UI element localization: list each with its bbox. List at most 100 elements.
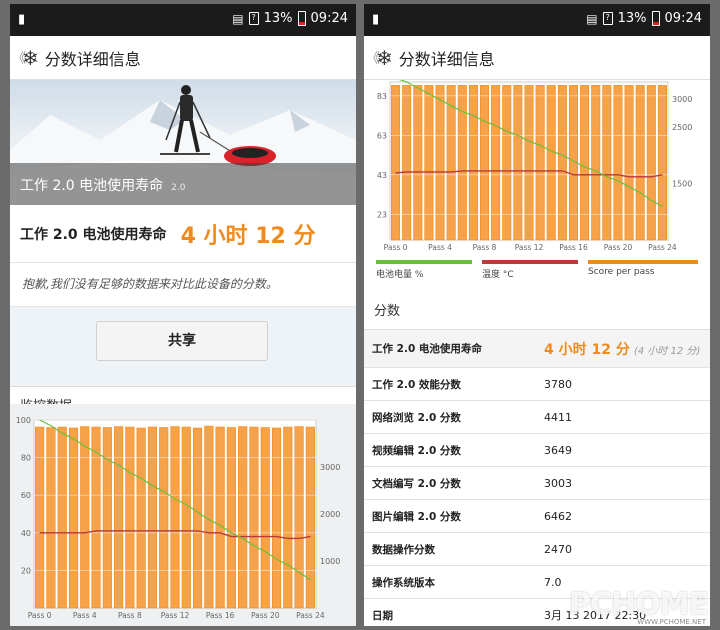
legend-battery: 电池电量 % xyxy=(376,260,472,280)
row-value: 4411 xyxy=(544,410,572,424)
score-bar xyxy=(102,427,112,609)
score-bar xyxy=(468,85,478,241)
score-bar xyxy=(524,85,534,241)
score-bar xyxy=(170,426,180,609)
score-bar xyxy=(68,427,79,609)
y-tick-right: 3000 xyxy=(672,95,692,104)
watermark-logo: PCHOME xyxy=(569,587,709,622)
x-tick: Pass 20 xyxy=(604,243,633,252)
score-bar xyxy=(591,85,601,241)
score-bar xyxy=(215,426,225,609)
y-tick-right: 1000 xyxy=(320,557,340,566)
table-row: 视频编辑 2.0 分数 3649 xyxy=(364,434,710,467)
vibrate-icon: ▤ xyxy=(586,11,598,26)
notification-icon: ▮ xyxy=(18,12,26,27)
row-value: 4 小时 12 分 (4 小时 12 分) xyxy=(544,339,700,359)
row-value-sub: (4 小时 12 分) xyxy=(633,345,701,357)
score-bar xyxy=(192,427,203,609)
monitor-chart-right: 83 63 43 23 3000 2500 1500 Pass 0 Pass 4 Pass 8 Pa… xyxy=(364,77,710,256)
row-key: 操作系统版本 xyxy=(372,576,435,589)
row-key: 图片编辑 2.0 分数 xyxy=(372,510,461,523)
score-bar xyxy=(136,427,146,609)
row-value: 3003 xyxy=(544,476,572,490)
watermark-url: WWW.PCHOME.NET xyxy=(637,618,706,626)
table-row: 文档编写 2.0 分数 3003 xyxy=(364,467,710,500)
battery-percent: 13% xyxy=(617,11,647,26)
legend-temperature: 温度 °C xyxy=(482,260,578,280)
page-title: 分数详细信息 xyxy=(398,49,495,69)
score-bar xyxy=(391,85,401,241)
score-bar xyxy=(580,85,590,241)
3dmark-logo-icon: ❄ xyxy=(376,45,393,70)
3dmark-logo-icon: ❄ xyxy=(22,45,39,70)
back-icon[interactable]: 《 xyxy=(12,48,26,68)
x-tick: Pass 0 xyxy=(384,243,408,252)
score-bar xyxy=(502,85,512,241)
y-tick-left: 83 xyxy=(377,92,387,101)
legend-swatch-score xyxy=(588,260,698,264)
score-bar xyxy=(147,426,158,609)
x-tick: Pass 8 xyxy=(473,243,497,252)
y-tick-left: 20 xyxy=(21,566,31,575)
battery-icon xyxy=(297,11,306,26)
status-bar: ▮ ▤ ? 13% 09:24 xyxy=(10,4,356,36)
legend-label: 温度 °C xyxy=(482,270,514,280)
y-tick-right: 3000 xyxy=(320,463,340,472)
legend-swatch-temperature xyxy=(482,260,578,264)
score-bar xyxy=(613,85,623,241)
phone-right-screen: ▮ ▤ ? 13% 09:24 《 ❄ 分数详细信息 83 63 43 23 3000 2… xyxy=(364,4,710,626)
x-tick: Pass 20 xyxy=(251,611,280,620)
share-button[interactable]: 共享 xyxy=(96,321,268,361)
phone-left-screen: ▮ ▤ ? 13% 09:24 《 ❄ 分数详细信息 工作 2.0 电池使用寿命… xyxy=(10,4,356,626)
score-bar xyxy=(57,426,67,609)
y-tick-left: 23 xyxy=(377,210,387,219)
x-tick: Pass 4 xyxy=(428,243,452,252)
clock: 09:24 xyxy=(310,11,348,26)
hero-caption-version: 2.0 xyxy=(171,183,186,193)
row-value-main: 4 小时 12 分 xyxy=(544,341,630,358)
back-icon[interactable]: 《 xyxy=(366,48,380,68)
score-bar xyxy=(283,426,293,609)
row-value: 3649 xyxy=(544,443,572,457)
hero-caption-text: 工作 2.0 电池使用寿命 xyxy=(20,178,164,194)
table-row: 工作 2.0 电池使用寿命 4 小时 12 分 (4 小时 12 分) xyxy=(364,330,710,368)
row-key: 视频编辑 2.0 分数 xyxy=(372,444,461,457)
score-bar xyxy=(479,85,490,241)
score-bar xyxy=(535,85,545,241)
app-bar: 《 ❄ 分数详细信息 xyxy=(364,36,710,80)
score-bar xyxy=(249,426,259,609)
notification-icon: ▮ xyxy=(372,12,380,27)
score-bar xyxy=(446,85,456,241)
monitor-chart-left: 100 80 60 40 20 3000 2000 1000 Pass 0 Pass 4 Pass … xyxy=(10,404,356,626)
comparison-notice: 抱歉,我们没有足够的数据来对比此设备的分数。 xyxy=(10,263,356,307)
y-tick-right: 2500 xyxy=(672,123,692,132)
x-tick: Pass 24 xyxy=(648,243,677,252)
chart-svg: 100 80 60 40 20 3000 2000 1000 Pass 0 Pass 4 Pass … xyxy=(16,416,341,620)
x-tick: Pass 8 xyxy=(118,611,142,620)
row-value: 3780 xyxy=(544,377,572,391)
table-row: 数据操作分数 2470 xyxy=(364,533,710,566)
clock: 09:24 xyxy=(664,11,702,26)
x-tick: Pass 16 xyxy=(559,243,588,252)
x-tick: Pass 24 xyxy=(296,611,325,620)
table-row: 图片编辑 2.0 分数 6462 xyxy=(364,500,710,533)
legend-swatch-battery xyxy=(376,260,472,264)
score-bar xyxy=(657,85,667,241)
share-area: 共享 xyxy=(10,307,356,387)
score-bar xyxy=(491,85,501,241)
hero-caption: 工作 2.0 电池使用寿命 2.0 xyxy=(10,163,356,205)
score-bar xyxy=(159,427,169,609)
page-title: 分数详细信息 xyxy=(44,49,141,69)
sim-card-icon: ? xyxy=(248,12,259,25)
row-value: 6462 xyxy=(544,509,572,523)
legend-label: Score per pass xyxy=(588,267,655,277)
score-bar xyxy=(226,427,236,609)
score-bar xyxy=(424,85,434,241)
y-tick-right: 2000 xyxy=(320,510,340,519)
row-value: 2470 xyxy=(544,542,572,556)
x-tick: Pass 0 xyxy=(28,611,52,620)
score-bar xyxy=(402,85,412,241)
row-value: 7.0 xyxy=(544,575,562,589)
score-bar xyxy=(271,427,282,609)
y-tick-left: 40 xyxy=(21,529,31,538)
